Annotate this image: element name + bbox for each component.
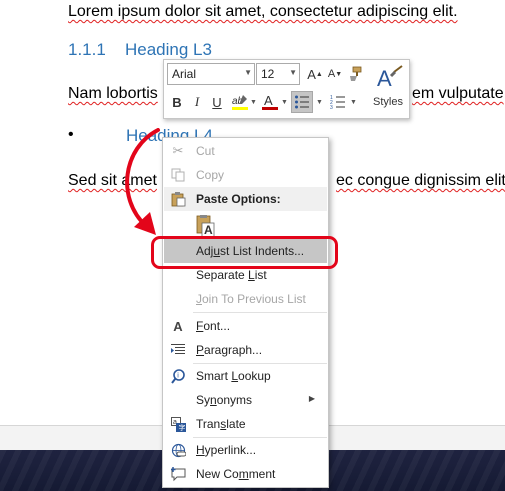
chevron-right-icon: ▶: [308, 394, 315, 403]
scissors-icon: ✂: [172, 143, 184, 158]
numbering-icon[interactable]: 123: [328, 91, 348, 113]
menu-item-copy[interactable]: Copy: [164, 163, 327, 187]
smart-lookup-icon: i: [170, 368, 186, 384]
font-icon: A: [173, 318, 183, 334]
mini-toolbar: Arial ▼ 12 ▼ A ▲ A ▼ A Styles B I U ab ▼ A…: [163, 59, 410, 119]
chevron-down-icon[interactable]: ▼: [281, 99, 288, 106]
chevron-down-icon[interactable]: ▼: [350, 99, 357, 106]
highlight-box-annotation: [151, 236, 338, 269]
paste-keep-text-only-button[interactable]: A: [193, 214, 217, 238]
styles-label: Styles: [373, 96, 403, 108]
menu-item-hyperlink[interactable]: Hyperlink...: [164, 438, 327, 462]
svg-text:字: 字: [178, 423, 185, 432]
italic-icon[interactable]: I: [187, 91, 207, 113]
svg-text:3: 3: [330, 105, 333, 110]
heading-l3[interactable]: 1.1.1 Heading L3: [68, 40, 212, 60]
new-comment-icon: [170, 466, 186, 482]
list-bullet: •: [68, 126, 74, 143]
menu-separator: [193, 312, 327, 313]
menu-item-cut[interactable]: ✂ Cut: [164, 139, 327, 163]
shrink-font-icon[interactable]: A ▼: [325, 63, 345, 85]
menu-item-join-previous-list[interactable]: Join To Previous List: [164, 287, 327, 311]
svg-text:A: A: [377, 66, 392, 91]
paragraph-3-right[interactable]: ec congue dignissim elit: [336, 172, 505, 190]
chevron-down-icon[interactable]: ▼: [244, 68, 252, 77]
paragraph-icon: [170, 342, 186, 358]
bold-icon[interactable]: B: [167, 91, 187, 113]
underline-icon[interactable]: U: [207, 91, 227, 113]
menu-item-smart-lookup[interactable]: i Smart Lookup: [164, 364, 327, 388]
grow-font-icon[interactable]: A ▲: [305, 63, 325, 85]
context-menu: ✂ Cut Copy Paste Options: A Adjust List …: [162, 137, 329, 488]
paragraph-2-right[interactable]: em vulputate: [412, 85, 504, 103]
chevron-down-icon[interactable]: ▼: [289, 68, 297, 77]
translate-icon: a字: [170, 416, 186, 432]
menu-item-translate[interactable]: a字 Translate: [164, 412, 327, 436]
menu-item-new-comment[interactable]: New Comment: [164, 462, 327, 486]
paragraph-1[interactable]: Lorem ipsum dolor sit amet, consectetur …: [68, 3, 458, 21]
paragraph-2-left[interactable]: Nam lobortis: [68, 85, 158, 103]
bullets-icon[interactable]: [291, 91, 313, 113]
copy-icon: [170, 167, 186, 183]
red-arrow-annotation: [125, 128, 160, 235]
clipboard-icon: [170, 191, 186, 207]
styles-icon[interactable]: A: [371, 61, 407, 95]
font-name-combo[interactable]: Arial ▼: [167, 63, 255, 85]
font-color-icon[interactable]: A: [260, 91, 280, 113]
chevron-down-icon[interactable]: ▼: [316, 99, 323, 106]
paste-options-header: Paste Options:: [164, 187, 327, 211]
font-size-combo[interactable]: 12 ▼: [256, 63, 300, 85]
menu-item-paragraph[interactable]: Paragraph...: [164, 338, 327, 362]
heading-l3-text: Heading L3: [125, 40, 212, 59]
format-painter-icon[interactable]: [345, 63, 365, 85]
chevron-down-icon[interactable]: ▼: [250, 99, 257, 106]
menu-item-synonyms[interactable]: Synonyms ▶: [164, 388, 327, 412]
menu-item-font[interactable]: A Font...: [164, 314, 327, 338]
hyperlink-icon: [170, 442, 186, 458]
svg-text:i: i: [177, 372, 179, 379]
highlight-icon[interactable]: ab: [230, 91, 250, 113]
heading-number: 1.1.1: [68, 40, 106, 59]
svg-text:A: A: [264, 93, 273, 108]
